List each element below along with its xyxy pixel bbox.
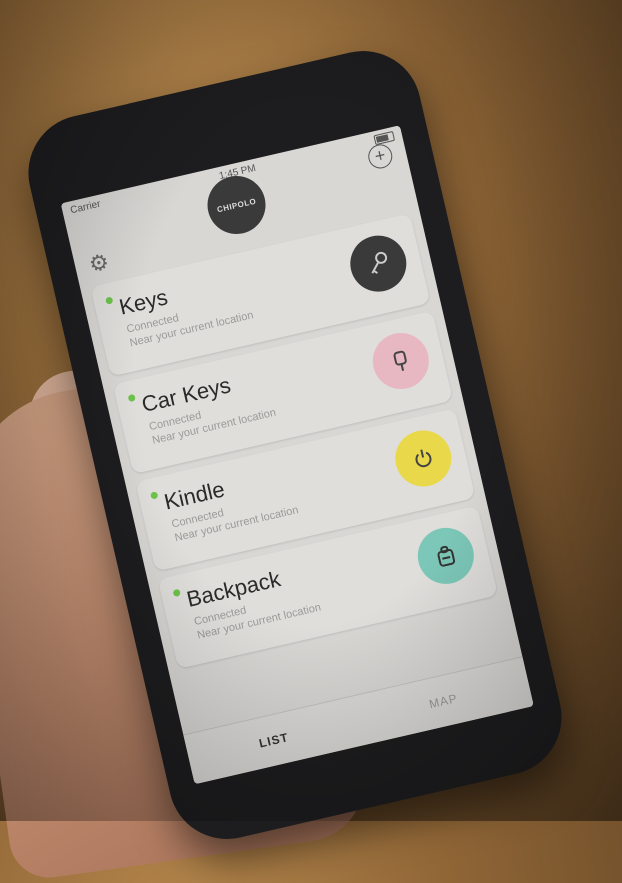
tab-bar: LIST MAP bbox=[183, 656, 534, 785]
key-icon bbox=[344, 230, 412, 298]
connected-dot bbox=[105, 296, 114, 305]
settings-icon[interactable]: ⚙ bbox=[86, 249, 113, 278]
status-icons bbox=[373, 130, 396, 146]
connected-dot bbox=[172, 588, 181, 598]
backpack-icon bbox=[412, 522, 480, 590]
connected-dot bbox=[150, 491, 159, 500]
battery-icon bbox=[373, 130, 396, 146]
tab-map[interactable]: MAP bbox=[357, 675, 530, 728]
connected-dot bbox=[127, 393, 136, 403]
photo-scene: Carrier 1:45 PM CHIPOLO + ⚙ Keys Connect… bbox=[0, 0, 622, 883]
item-list: Keys Connected Near your current locatio… bbox=[80, 211, 507, 671]
car-key-icon bbox=[367, 327, 435, 395]
tab-list[interactable]: LIST bbox=[188, 714, 361, 767]
power-icon bbox=[389, 424, 457, 493]
item-name: Car Keys bbox=[139, 372, 234, 418]
